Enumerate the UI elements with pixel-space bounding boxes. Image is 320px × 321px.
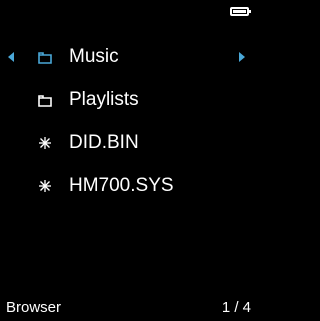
- battery-tip: [249, 10, 251, 13]
- battery-icon: [230, 7, 249, 16]
- list-item-label: HM700.SYS: [69, 175, 174, 196]
- list-item-playlists[interactable]: Playlists: [0, 86, 257, 114]
- status-mode: Browser: [6, 299, 62, 316]
- folder-icon: [36, 47, 54, 67]
- list-item-label: Music: [69, 46, 119, 67]
- folder-icon: [36, 90, 54, 110]
- file-icon: [36, 133, 54, 153]
- status-page-indicator: 1 / 4: [221, 299, 251, 316]
- arrow-left-icon[interactable]: [8, 52, 14, 62]
- battery-level: [233, 10, 246, 13]
- list-item-music[interactable]: Music: [0, 43, 257, 71]
- arrow-right-icon[interactable]: [239, 52, 245, 62]
- player-screen: Music Playlists DID.BIN HM700.SYS Browse…: [0, 0, 257, 321]
- file-icon: [36, 176, 54, 196]
- list-item-hm700-sys[interactable]: HM700.SYS: [0, 172, 257, 200]
- list-item-label: Playlists: [69, 89, 139, 110]
- list-item-label: DID.BIN: [69, 132, 139, 153]
- list-item-did-bin[interactable]: DID.BIN: [0, 129, 257, 157]
